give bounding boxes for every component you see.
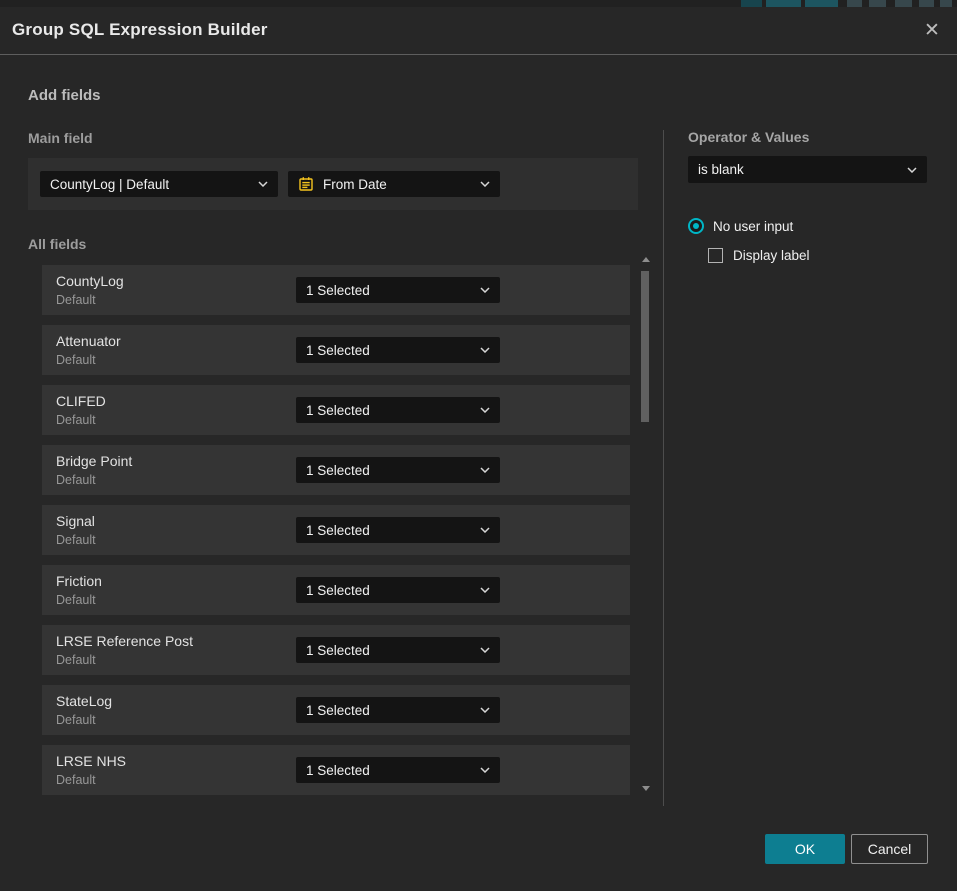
add-fields-heading: Add fields	[28, 87, 101, 104]
field-row-selection-value: 1 Selected	[306, 283, 370, 298]
field-row: Attenuator Default 1 Selected	[42, 325, 630, 375]
close-icon[interactable]: ✕	[920, 19, 944, 43]
background-app-remnant	[741, 0, 762, 7]
field-row-subtitle: Default	[56, 353, 96, 367]
field-row-name: Attenuator	[56, 333, 121, 349]
dialog-title: Group SQL Expression Builder	[12, 20, 268, 40]
field-row-selection-value: 1 Selected	[306, 643, 370, 658]
field-row-subtitle: Default	[56, 533, 96, 547]
field-row-name: LRSE Reference Post	[56, 633, 193, 649]
radio-selected-icon	[688, 218, 704, 234]
operator-values-heading: Operator & Values	[688, 129, 809, 145]
no-user-input-radio[interactable]: No user input	[688, 218, 793, 234]
field-row-subtitle: Default	[56, 413, 96, 427]
chevron-down-icon	[480, 287, 490, 293]
field-row-name: LRSE NHS	[56, 753, 126, 769]
field-row-selection-select[interactable]: 1 Selected	[296, 637, 500, 663]
no-user-input-label: No user input	[713, 219, 793, 234]
background-app-remnant	[847, 0, 862, 7]
scrollbar-down-arrow-icon[interactable]	[642, 786, 650, 791]
field-row-selection-value: 1 Selected	[306, 403, 370, 418]
chevron-down-icon	[258, 181, 268, 187]
field-row-subtitle: Default	[56, 473, 96, 487]
all-fields-list: CountyLog Default 1 Selected Attenuator …	[42, 265, 630, 805]
group-sql-expression-builder-dialog: Group SQL Expression Builder ✕ Add field…	[0, 0, 957, 891]
field-row-subtitle: Default	[56, 773, 96, 787]
field-row-name: Friction	[56, 573, 102, 589]
field-row-subtitle: Default	[56, 713, 96, 727]
field-select-value: From Date	[323, 177, 387, 192]
field-row: LRSE NHS Default 1 Selected	[42, 745, 630, 795]
field-row-selection-select[interactable]: 1 Selected	[296, 397, 500, 423]
ok-button[interactable]: OK	[765, 834, 845, 864]
chevron-down-icon	[907, 167, 917, 173]
display-label-checkbox[interactable]: Display label	[708, 248, 810, 263]
chevron-down-icon	[480, 647, 490, 653]
field-row: StateLog Default 1 Selected	[42, 685, 630, 735]
field-row: Bridge Point Default 1 Selected	[42, 445, 630, 495]
chevron-down-icon	[480, 407, 490, 413]
field-row-selection-select[interactable]: 1 Selected	[296, 277, 500, 303]
field-row: Friction Default 1 Selected	[42, 565, 630, 615]
all-fields-heading: All fields	[28, 236, 86, 252]
dialog-titlebar: Group SQL Expression Builder ✕	[0, 7, 957, 55]
layer-select-value: CountyLog | Default	[50, 177, 169, 192]
display-label-label: Display label	[733, 248, 810, 263]
field-row-name: StateLog	[56, 693, 112, 709]
field-row-name: CLIFED	[56, 393, 106, 409]
operator-select[interactable]: is blank	[688, 156, 927, 183]
field-row-selection-select[interactable]: 1 Selected	[296, 697, 500, 723]
background-app-remnant	[895, 0, 912, 7]
field-row-selection-select[interactable]: 1 Selected	[296, 517, 500, 543]
field-row-selection-value: 1 Selected	[306, 343, 370, 358]
chevron-down-icon	[480, 467, 490, 473]
field-row-name: Signal	[56, 513, 95, 529]
field-row-subtitle: Default	[56, 593, 96, 607]
field-row: LRSE Reference Post Default 1 Selected	[42, 625, 630, 675]
chevron-down-icon	[480, 707, 490, 713]
field-row-selection-select[interactable]: 1 Selected	[296, 457, 500, 483]
scrollbar-thumb[interactable]	[641, 271, 649, 422]
background-app-remnant	[869, 0, 886, 7]
panel-divider	[663, 130, 664, 806]
background-app-strip	[0, 0, 957, 7]
scrollbar-up-arrow-icon[interactable]	[642, 257, 650, 262]
field-row-name: Bridge Point	[56, 453, 132, 469]
field-row-subtitle: Default	[56, 653, 96, 667]
field-row-selection-value: 1 Selected	[306, 523, 370, 538]
chevron-down-icon	[480, 587, 490, 593]
field-row-subtitle: Default	[56, 293, 96, 307]
operator-select-value: is blank	[698, 162, 744, 177]
field-row: Signal Default 1 Selected	[42, 505, 630, 555]
background-app-remnant	[940, 0, 952, 7]
field-row: CLIFED Default 1 Selected	[42, 385, 630, 435]
chevron-down-icon	[480, 527, 490, 533]
main-field-box: CountyLog | Default From Date	[28, 158, 638, 210]
chevron-down-icon	[480, 347, 490, 353]
background-app-remnant	[805, 0, 838, 7]
field-row-selection-select[interactable]: 1 Selected	[296, 757, 500, 783]
field-select[interactable]: From Date	[288, 171, 500, 197]
background-app-remnant	[766, 0, 801, 7]
field-row-selection-value: 1 Selected	[306, 463, 370, 478]
calendar-icon	[298, 176, 314, 192]
field-row-selection-value: 1 Selected	[306, 763, 370, 778]
field-row-selection-select[interactable]: 1 Selected	[296, 577, 500, 603]
field-row-selection-value: 1 Selected	[306, 703, 370, 718]
checkbox-unchecked-icon	[708, 248, 723, 263]
field-row-selection-select[interactable]: 1 Selected	[296, 337, 500, 363]
chevron-down-icon	[480, 767, 490, 773]
cancel-button[interactable]: Cancel	[851, 834, 928, 864]
background-app-remnant	[919, 0, 934, 7]
field-row: CountyLog Default 1 Selected	[42, 265, 630, 315]
layer-select[interactable]: CountyLog | Default	[40, 171, 278, 197]
field-row-selection-value: 1 Selected	[306, 583, 370, 598]
chevron-down-icon	[480, 181, 490, 187]
field-row-name: CountyLog	[56, 273, 124, 289]
main-field-heading: Main field	[28, 130, 93, 146]
